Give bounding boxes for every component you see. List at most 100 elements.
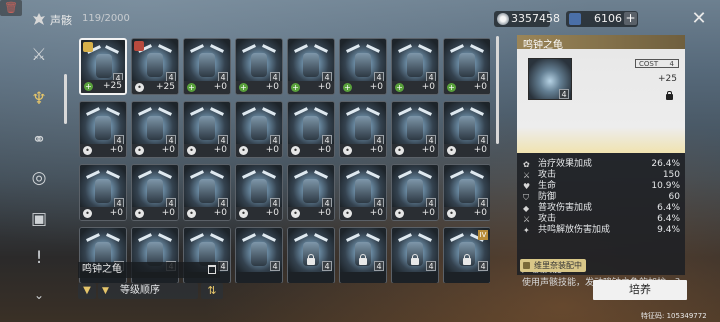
stat-name: 普攻伤害加成 bbox=[538, 203, 593, 213]
close-icon[interactable]: ✕ bbox=[689, 9, 709, 29]
echo-card[interactable]: 4 + +25 bbox=[79, 38, 127, 95]
echo-card[interactable]: 4 • +0 bbox=[391, 101, 439, 158]
echo-crest-icon bbox=[32, 11, 46, 25]
echo-card[interactable]: 4 • +0 bbox=[287, 101, 335, 158]
stat-value: 60 bbox=[668, 192, 680, 202]
echo-card[interactable]: 4 • +0 bbox=[79, 101, 127, 158]
echo-card[interactable]: 4 • +0 bbox=[131, 164, 179, 221]
detail-hero: 4 COST 4 +25 bbox=[517, 49, 685, 153]
echo-stat-bar: • +0 bbox=[184, 144, 230, 157]
echo-card[interactable]: 4 + +0 bbox=[235, 38, 283, 95]
echo-stat-bar: • +0 bbox=[184, 207, 230, 220]
nav-resonance[interactable]: ◎ bbox=[26, 165, 52, 191]
attack-icon: • bbox=[395, 146, 404, 155]
add-astrite-button[interactable]: + bbox=[624, 12, 637, 25]
trash-icon[interactable] bbox=[208, 265, 216, 274]
sonata-badge-icon bbox=[134, 41, 144, 51]
echo-stat-bar: • +0 bbox=[80, 144, 126, 157]
top-bar: 声骸 119/2000 3357458 6106 + ✕ bbox=[0, 0, 720, 36]
echo-card[interactable]: 4 + +0 bbox=[339, 38, 387, 95]
link-icon: ⚭ bbox=[31, 130, 47, 150]
attack-icon: • bbox=[447, 146, 456, 155]
sort-dropdown[interactable]: ▼ 等级顺序 bbox=[98, 283, 198, 299]
echo-card[interactable]: 4 + +0 bbox=[287, 38, 335, 95]
nav-echo[interactable]: ♆ bbox=[26, 86, 52, 112]
echo-level: 4 bbox=[478, 261, 488, 271]
echo-bonus: +0 bbox=[473, 145, 487, 155]
echo-card[interactable]: 4 • +0 bbox=[235, 101, 283, 158]
astrite-icon bbox=[569, 13, 581, 25]
nav-weapon[interactable]: ⚔ bbox=[26, 42, 52, 68]
echo-stat-bar: • +25 bbox=[132, 81, 178, 94]
echo-stat-bar: • +0 bbox=[132, 144, 178, 157]
attack-icon: • bbox=[447, 209, 456, 218]
echo-card[interactable]: IV 4 bbox=[443, 227, 490, 283]
echo-bonus: +0 bbox=[317, 208, 331, 218]
chevron-down-icon: ⌄ bbox=[33, 288, 45, 302]
echo-bonus: +0 bbox=[369, 145, 383, 155]
echo-stat-bar: + +0 bbox=[444, 81, 490, 94]
nav-data-bank[interactable]: ▣ bbox=[26, 206, 52, 232]
selected-echo-name: 鸣钟之龟 bbox=[78, 262, 220, 278]
lock-icon bbox=[359, 254, 367, 265]
echo-card[interactable]: 4 • +0 bbox=[339, 101, 387, 158]
stat-name: 防御 bbox=[538, 192, 557, 202]
echo-card[interactable]: 4 bbox=[287, 227, 335, 283]
echo-stat-bar: • +0 bbox=[444, 207, 490, 220]
sword-icon: ⚔ bbox=[523, 215, 531, 224]
nav-develop[interactable]: ⚭ bbox=[26, 127, 52, 153]
echo-card[interactable]: 4 bbox=[235, 227, 283, 283]
nav-archive[interactable]: ! bbox=[26, 245, 52, 271]
echo-bonus: +0 bbox=[473, 208, 487, 218]
stat-name: 生命 bbox=[538, 181, 557, 191]
basic-attack-icon: ◆ bbox=[523, 204, 530, 213]
echo-card[interactable]: 4 • +0 bbox=[391, 164, 439, 221]
echo-card[interactable]: 4 • +0 bbox=[79, 164, 127, 221]
echo-card[interactable]: 4 + +0 bbox=[443, 38, 490, 95]
echo-count: 119/2000 bbox=[82, 13, 130, 24]
echo-card[interactable]: 4 • +0 bbox=[443, 101, 490, 158]
echo-bonus: +0 bbox=[109, 145, 123, 155]
echo-stat-bar: • +0 bbox=[340, 144, 386, 157]
echo-grid: 4 + +25 4 • +25 4 + +0 4 + +0 4 + +0 4 + +0 4 + +0 4 + +0 4 • +0 4 •… bbox=[76, 37, 490, 283]
stat-value: 6.4% bbox=[657, 203, 680, 213]
echo-stat-bar: + +25 bbox=[81, 80, 125, 93]
echo-bonus: +0 bbox=[161, 208, 175, 218]
echo-card[interactable]: 4 bbox=[391, 227, 439, 283]
echo-card[interactable]: 4 • +0 bbox=[443, 164, 490, 221]
echo-stat-bar: • +0 bbox=[288, 144, 334, 157]
echo-card[interactable]: 4 + +0 bbox=[391, 38, 439, 95]
echo-card[interactable]: 4 • +0 bbox=[339, 164, 387, 221]
echo-bonus: +0 bbox=[213, 82, 227, 92]
heal-icon: + bbox=[84, 82, 93, 91]
attack-icon: • bbox=[83, 146, 92, 155]
echo-card[interactable]: 4 bbox=[339, 227, 387, 283]
echo-stat-bar: • +0 bbox=[392, 207, 438, 220]
sort-order-button[interactable]: ⇅ bbox=[201, 283, 223, 299]
heal-icon: + bbox=[395, 83, 404, 92]
echo-bonus: +0 bbox=[213, 145, 227, 155]
nav-more[interactable]: ⌄ bbox=[26, 282, 52, 308]
scrollbar[interactable] bbox=[496, 36, 499, 144]
cultivate-button[interactable]: 培养 bbox=[593, 280, 687, 300]
echo-card[interactable]: 4 • +0 bbox=[131, 101, 179, 158]
lock-icon[interactable] bbox=[666, 91, 673, 100]
echo-card[interactable]: 4 • +0 bbox=[183, 101, 231, 158]
attack-icon: • bbox=[187, 146, 196, 155]
echo-bonus: +0 bbox=[161, 145, 175, 155]
echo-card[interactable]: 4 • +0 bbox=[235, 164, 283, 221]
crossed-swords-icon: ⚔ bbox=[31, 45, 47, 65]
character-icon bbox=[523, 262, 530, 269]
echo-card[interactable]: 4 • +0 bbox=[183, 164, 231, 221]
echo-card[interactable]: 4 • +0 bbox=[287, 164, 335, 221]
stat-name: 共鸣解放伤害加成 bbox=[538, 225, 611, 235]
attack-icon: • bbox=[291, 209, 300, 218]
echo-level: 4 bbox=[270, 261, 280, 271]
stat-name: 治疗效果加成 bbox=[538, 159, 593, 169]
echo-bonus: +0 bbox=[265, 82, 279, 92]
echo-card[interactable]: 4 • +25 bbox=[131, 38, 179, 95]
filter-button[interactable]: ▼ bbox=[78, 283, 96, 299]
rank-badge: IV bbox=[478, 230, 488, 240]
echo-stat-bar: • +0 bbox=[392, 144, 438, 157]
echo-card[interactable]: 4 + +0 bbox=[183, 38, 231, 95]
